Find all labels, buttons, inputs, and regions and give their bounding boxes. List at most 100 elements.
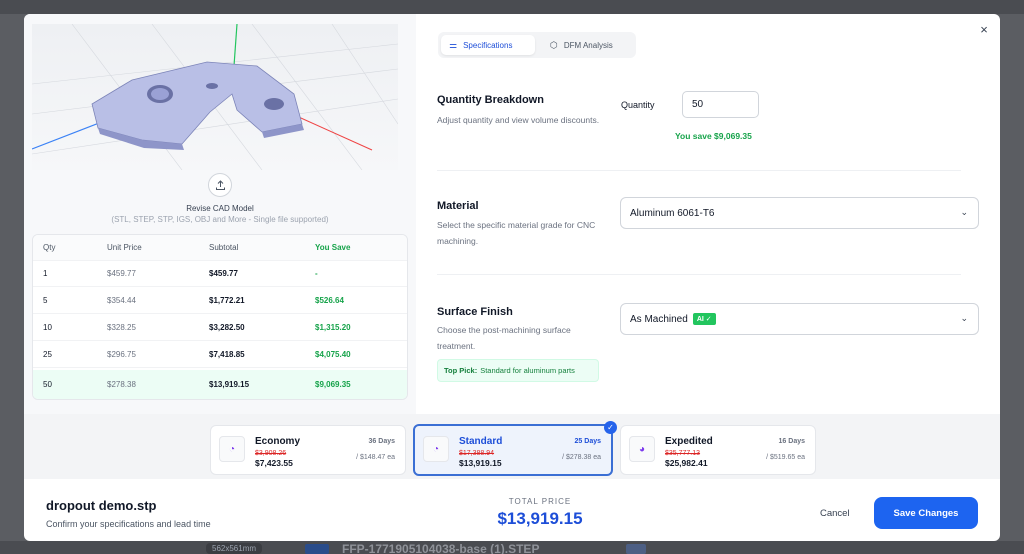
lead-time-card-economy[interactable]: ◔ Economy $3,908.26 $7,423.55 36 Days / … bbox=[210, 425, 406, 475]
cad-viewer[interactable] bbox=[32, 24, 398, 170]
cell-unit-price: $296.75 bbox=[107, 350, 136, 359]
card-price: $25,982.41 bbox=[665, 458, 708, 468]
save-changes-button[interactable]: Save Changes bbox=[874, 497, 978, 529]
table-header: Qty Unit Price Subtotal You Save bbox=[33, 235, 407, 261]
quantity-section-desc: Adjust quantity and view volume discount… bbox=[437, 115, 600, 125]
header-you-save: You Save bbox=[315, 243, 351, 252]
quantity-savings: You save $9,069.35 bbox=[675, 131, 752, 141]
table-row[interactable]: 10 $328.25 $3,282.50 $1,315.20 bbox=[33, 315, 407, 341]
divider bbox=[437, 170, 961, 171]
table-row[interactable]: 1 $459.77 $459.77 - bbox=[33, 261, 407, 287]
revise-cad-title[interactable]: Revise CAD Model bbox=[24, 204, 416, 213]
left-panel: Revise CAD Model (STL, STEP, STP, IGS, O… bbox=[24, 14, 416, 414]
cell-unit-price: $278.38 bbox=[107, 380, 136, 389]
cell-subtotal: $1,772.21 bbox=[209, 296, 245, 305]
cad-model-render bbox=[32, 24, 398, 170]
card-old-price: $35,777.13 bbox=[665, 450, 701, 457]
card-price: $7,423.55 bbox=[255, 458, 293, 468]
sliders-icon: ⚌ bbox=[449, 39, 458, 50]
card-days: 25 Days bbox=[574, 438, 601, 445]
header-qty: Qty bbox=[43, 243, 56, 252]
total-price-label: TOTAL PRICE bbox=[508, 497, 572, 506]
card-days: 36 Days bbox=[368, 438, 395, 445]
finish-value: As Machined bbox=[630, 313, 688, 325]
background-icon bbox=[626, 544, 646, 554]
finish-select[interactable]: As Machined AI ✓ ⌄ bbox=[620, 303, 979, 335]
background-file-icon bbox=[305, 544, 329, 554]
selected-check-icon: ✓ bbox=[604, 421, 617, 434]
tab-dfm-analysis[interactable]: ⬡ DFM Analysis bbox=[542, 35, 621, 55]
edit-part-modal: × Revise CAD Model (STL, STEP, STP, IGS,… bbox=[24, 14, 1000, 541]
cell-you-save: $9,069.35 bbox=[315, 380, 351, 389]
quantity-input[interactable]: 50 bbox=[682, 91, 759, 118]
table-row[interactable]: 25 $296.75 $7,418.85 $4,075.40 bbox=[33, 342, 407, 368]
standard-icon: ◔ bbox=[423, 436, 449, 462]
cell-qty: 10 bbox=[43, 323, 52, 332]
tab-label: DFM Analysis bbox=[563, 40, 613, 50]
material-select[interactable]: Aluminum 6061-T6 ⌄ bbox=[620, 197, 979, 229]
file-name: dropout demo.stp bbox=[46, 498, 157, 513]
chevron-down-icon: ⌄ bbox=[960, 207, 968, 217]
header-unit-price: Unit Price bbox=[107, 243, 142, 252]
finish-section-desc: Choose the post-machining surface treatm… bbox=[437, 325, 571, 351]
material-section-desc: Select the specific material grade for C… bbox=[437, 220, 596, 246]
total-price-value: $13,919.15 bbox=[497, 509, 583, 528]
top-pick-note: Top Pick: Standard for aluminum parts bbox=[437, 359, 599, 382]
cell-qty: 1 bbox=[43, 269, 48, 278]
material-section-title: Material bbox=[437, 200, 479, 212]
card-price: $13,919.15 bbox=[459, 458, 502, 468]
cell-you-save: $526.64 bbox=[315, 296, 344, 305]
card-old-price: $17,388.94 bbox=[459, 450, 495, 457]
cell-qty: 5 bbox=[43, 296, 48, 305]
tab-specifications[interactable]: ⚌ Specifications bbox=[441, 35, 535, 55]
card-name: Economy bbox=[255, 436, 301, 447]
top-pick-text: Standard for aluminum parts bbox=[480, 366, 575, 375]
background-header bbox=[0, 0, 1024, 14]
cell-subtotal: $13,919.15 bbox=[209, 380, 250, 389]
cell-unit-price: $354.44 bbox=[107, 296, 136, 305]
background-dimension-badge: 562x561mm bbox=[206, 543, 263, 554]
card-days: 16 Days bbox=[778, 438, 805, 445]
ai-recommended-badge: AI ✓ bbox=[692, 313, 716, 325]
background-file-name: FFP-1771905104038-base (1).STEP bbox=[342, 542, 540, 554]
cell-subtotal: $7,418.85 bbox=[209, 350, 245, 359]
card-unit-price: / $148.47 ea bbox=[356, 454, 395, 461]
top-pick-label: Top Pick: bbox=[444, 366, 478, 375]
file-subtitle: Confirm your specifications and lead tim… bbox=[46, 519, 211, 529]
cell-unit-price: $459.77 bbox=[107, 269, 136, 278]
table-row-selected[interactable]: 50 $278.38 $13,919.15 $9,069.35 bbox=[33, 370, 407, 399]
tab-label: Specifications bbox=[463, 40, 513, 50]
cell-you-save: $1,315.20 bbox=[315, 323, 351, 332]
lead-time-card-standard[interactable]: ◔ Standard $17,388.94 $13,919.15 25 Days… bbox=[413, 424, 613, 476]
cancel-button[interactable]: Cancel bbox=[820, 508, 850, 519]
quantity-section-title: Quantity Breakdown bbox=[437, 94, 544, 106]
expedited-icon: ◕ bbox=[629, 436, 655, 462]
card-name: Standard bbox=[459, 436, 503, 447]
tab-bar: ⚌ Specifications ⬡ DFM Analysis bbox=[438, 32, 636, 58]
revise-cad-subtitle: (STL, STEP, STP, IGS, OBJ and More - Sin… bbox=[111, 215, 329, 224]
card-unit-price: / $519.65 ea bbox=[766, 454, 805, 461]
header-subtotal: Subtotal bbox=[209, 243, 239, 252]
finish-section-title: Surface Finish bbox=[437, 306, 513, 318]
cell-qty: 25 bbox=[43, 350, 52, 359]
card-name: Expedited bbox=[665, 436, 713, 447]
cell-you-save: - bbox=[315, 269, 318, 278]
cell-subtotal: $459.77 bbox=[209, 269, 238, 278]
cell-unit-price: $328.25 bbox=[107, 323, 136, 332]
cell-you-save: $4,075.40 bbox=[315, 350, 351, 359]
upload-icon[interactable] bbox=[208, 173, 232, 197]
economy-icon: ◔ bbox=[219, 436, 245, 462]
table-row[interactable]: 5 $354.44 $1,772.21 $526.64 bbox=[33, 288, 407, 314]
cube-icon: ⬡ bbox=[550, 39, 558, 50]
cell-subtotal: $3,282.50 bbox=[209, 323, 245, 332]
divider bbox=[437, 274, 961, 275]
card-unit-price: / $278.38 ea bbox=[562, 454, 601, 461]
close-icon[interactable]: × bbox=[976, 22, 992, 38]
cell-qty: 50 bbox=[43, 380, 52, 389]
quantity-price-table: Qty Unit Price Subtotal You Save 1 $459.… bbox=[32, 234, 408, 400]
material-value: Aluminum 6061-T6 bbox=[630, 207, 715, 219]
quantity-label: Quantity bbox=[621, 100, 655, 110]
card-old-price: $3,908.26 bbox=[255, 450, 287, 457]
lead-time-card-expedited[interactable]: ◕ Expedited $35,777.13 $25,982.41 16 Day… bbox=[620, 425, 816, 475]
chevron-down-icon: ⌄ bbox=[960, 313, 968, 323]
